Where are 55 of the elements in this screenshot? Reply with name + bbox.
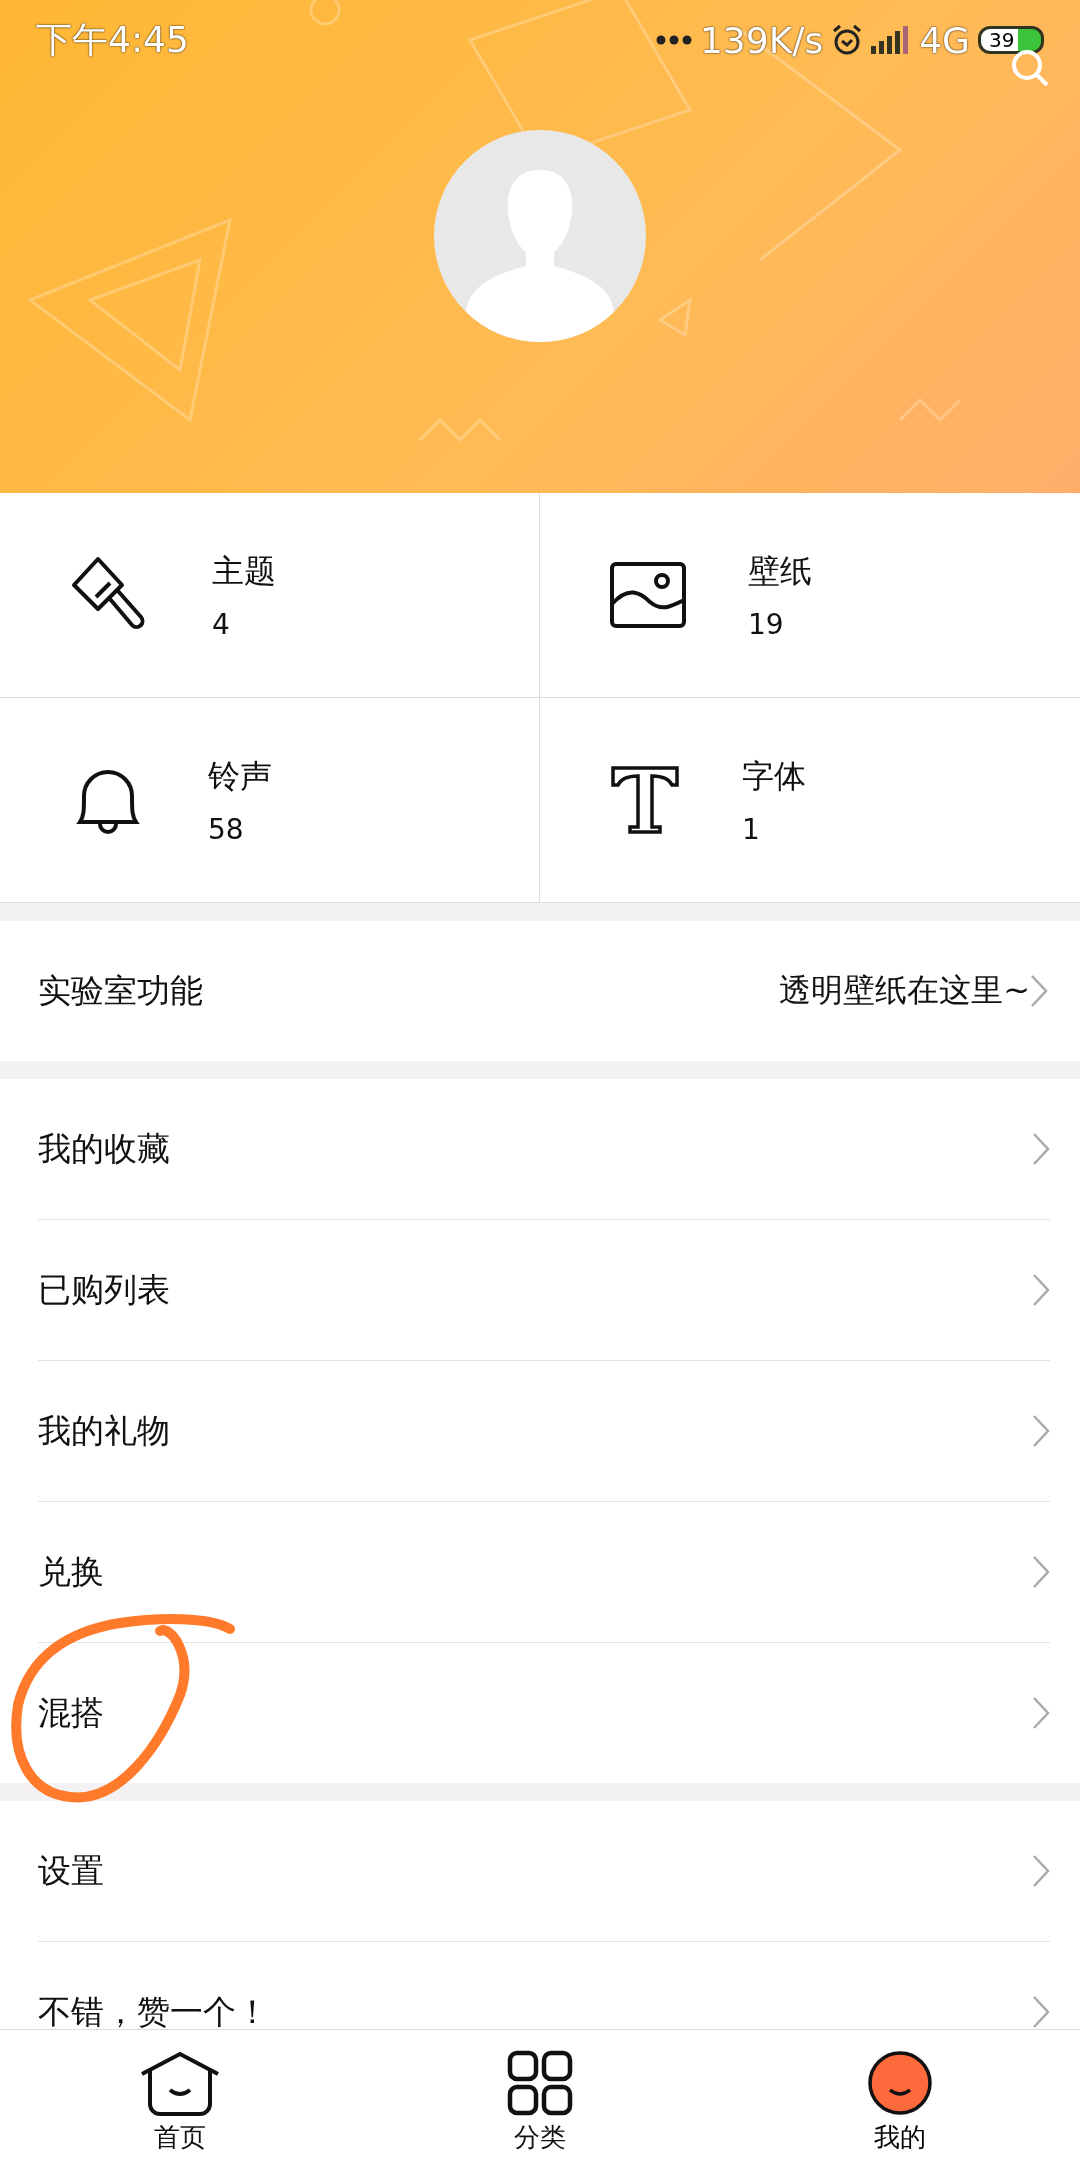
category-count: 19 — [748, 607, 785, 641]
image-icon — [610, 562, 686, 628]
chevron-icon — [1032, 1132, 1050, 1166]
network-type: 4G — [919, 19, 970, 61]
battery-icon: 39 — [978, 26, 1044, 54]
house-icon[interactable] — [140, 2052, 220, 2116]
category-label: 壁纸 — [748, 550, 812, 592]
menu-item[interactable]: 设置 — [38, 1801, 1050, 1942]
lab-row[interactable]: 实验室功能 透明壁纸在这里~ — [0, 921, 1080, 1061]
letter-t-icon — [610, 765, 680, 835]
row-label: 实验室功能 — [38, 969, 204, 1012]
menu-item[interactable]: 已购列表 — [38, 1220, 1050, 1361]
chevron-icon — [1032, 1555, 1050, 1589]
menu-item[interactable]: 不错，赞一个！ — [38, 1942, 1050, 2029]
status-time: 下午4:45 — [36, 17, 190, 62]
tab-label: 首页 — [154, 2121, 206, 2154]
item-label: 我的收藏 — [38, 1127, 171, 1170]
chevron-icon — [1032, 1273, 1050, 1307]
chevron-icon — [1032, 1696, 1050, 1730]
menu-item[interactable]: 兑换 — [38, 1502, 1050, 1643]
category-count: 1 — [742, 812, 761, 846]
item-label: 已购列表 — [38, 1268, 171, 1311]
item-label: 不错，赞一个！ — [38, 1990, 270, 2029]
category-tile[interactable]: 铃声 58 — [0, 698, 540, 903]
category-count: 4 — [212, 607, 231, 641]
category-label: 字体 — [742, 755, 806, 797]
menu-item[interactable]: 我的礼物 — [38, 1361, 1050, 1502]
row-hint: 透明壁纸在这里~ — [779, 970, 1030, 1011]
dots-icon — [655, 35, 692, 45]
item-label: 我的礼物 — [38, 1409, 171, 1452]
search-icon[interactable] — [1010, 48, 1050, 88]
nav-tab[interactable]: 我的 — [720, 2030, 1080, 2160]
menu-item[interactable]: 我的收藏 — [38, 1079, 1050, 1220]
tab-label: 分类 — [514, 2121, 566, 2154]
category-tile[interactable]: 壁纸 19 — [540, 493, 1080, 698]
chevron-icon — [1032, 1854, 1050, 1888]
grid-icon[interactable] — [507, 2050, 573, 2116]
category-tile[interactable]: 主题 4 — [0, 493, 540, 698]
category-label: 主题 — [212, 550, 276, 592]
category-tile[interactable]: 字体 1 — [540, 698, 1080, 903]
nav-tab[interactable]: 首页 — [0, 2030, 360, 2160]
alarm-icon — [831, 24, 864, 56]
smiley-icon[interactable] — [867, 2050, 933, 2116]
nav-tab[interactable]: 分类 — [360, 2030, 720, 2160]
menu-item[interactable]: 混搭 — [38, 1643, 1050, 1783]
category-label: 铃声 — [208, 755, 272, 797]
item-label: 兑换 — [38, 1550, 105, 1593]
item-label: 混搭 — [38, 1691, 105, 1734]
chevron-icon — [1030, 974, 1048, 1008]
tab-label: 我的 — [874, 2121, 926, 2154]
network-speed: 139K/s — [699, 19, 824, 61]
item-label: 设置 — [38, 1849, 105, 1892]
chevron-icon — [1032, 1414, 1050, 1448]
category-count: 58 — [208, 812, 245, 846]
chevron-icon — [1032, 1995, 1050, 2029]
